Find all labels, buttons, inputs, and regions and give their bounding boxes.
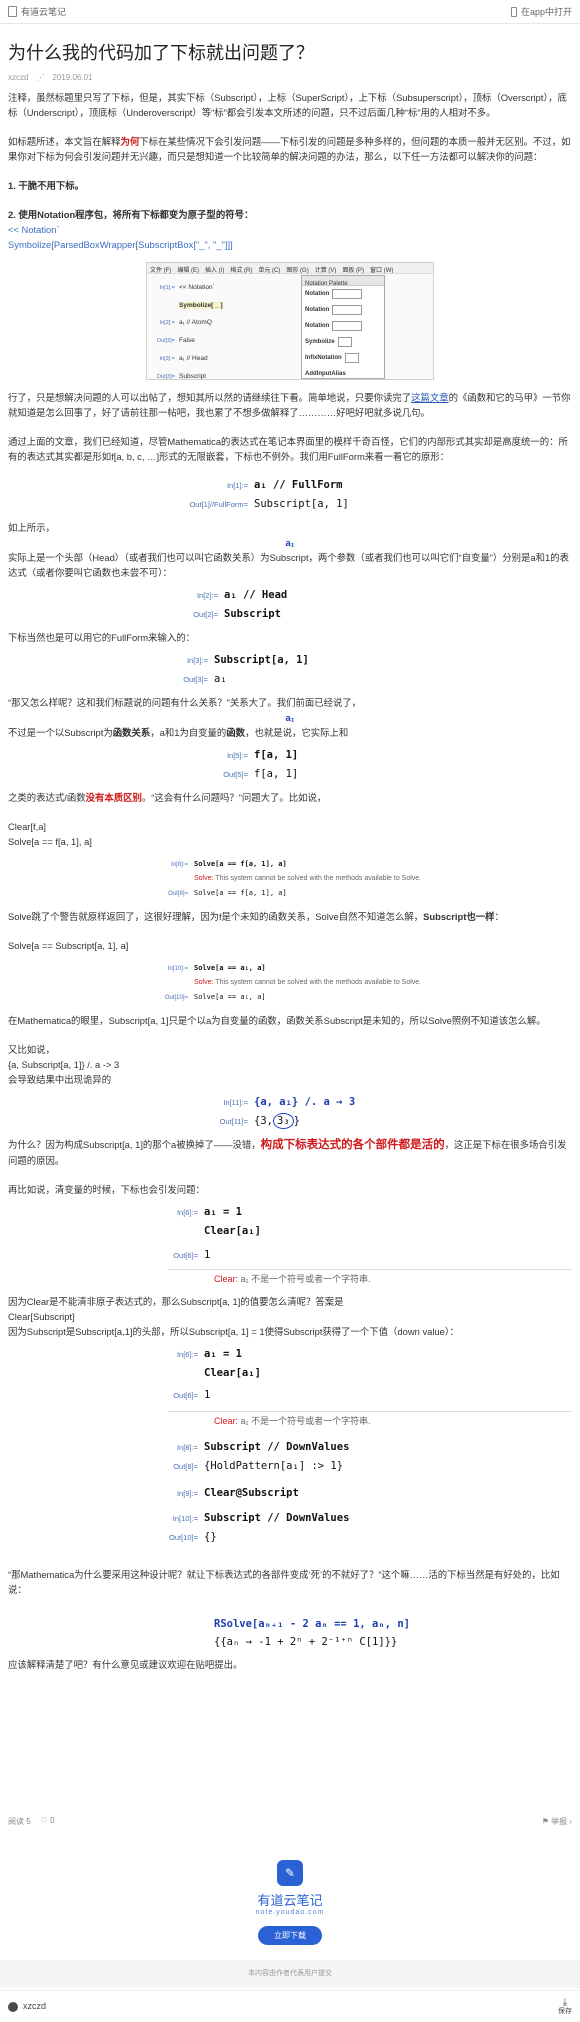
share-icon: ⋰	[36, 73, 45, 82]
paragraph: 不过是一个以Subscript为函数关系，a和1为自变量的函数，也就是说，它实际…	[8, 727, 349, 738]
code-line: Solve[a == Subscript[a, 1], a]	[8, 940, 129, 951]
paragraph: 如上所示，	[8, 522, 55, 533]
paragraph: 再比如说，清变量的时候，下标也会引发问题：	[8, 1184, 205, 1195]
read-count: 阅读 5	[8, 1817, 31, 1826]
menu-bar: 文件 (F) 编辑 (E) 插入 (I) 格式 (R) 单元 (C) 图形 (G) 计算 (…	[147, 263, 433, 274]
paragraph: 注释，虽然标题里只写了下标，但是，其实下标（Subscript），上标（Supe…	[8, 92, 567, 118]
paragraph: 因为Subscript是Subscript[a,1]的头部，所以Subscrip…	[8, 1326, 459, 1337]
paragraph: 下标当然也是可以用它的FullForm来输入的：	[8, 632, 195, 643]
brand-name: 有道云笔记	[257, 1893, 323, 1908]
paragraph: 应该解释清楚了吧？有什么意见或建议欢迎在贴吧提出。	[8, 1659, 243, 1670]
code-line: Clear[f,a]	[8, 821, 47, 832]
paragraph: Solve跳了个警告就原样返回了，这很好理解，因为f是个未知的函数关系，Solv…	[8, 911, 504, 922]
user-info[interactable]: xzczd	[8, 2001, 46, 2012]
save-button[interactable]: ⤓ 保存	[558, 1996, 572, 2016]
code-line: Symbolize[ParsedBoxWrapper[SubscriptBox[…	[8, 239, 233, 250]
brand-promo: ✎ 有道云笔记 note.youdao.com 立即下载	[0, 1860, 580, 1945]
mathematica-cell: In[6]:= a₁ = 1 Clear[a₁] Out[6]= 1 Clear: …	[168, 1203, 572, 1288]
open-in-app-link[interactable]: 在app中打开	[510, 5, 572, 18]
mathematica-cell: In[6]:= a₁ = 1 Clear[a₁] Out[6]= 1 Clear: …	[168, 1345, 572, 1547]
math-inline: a₁	[285, 537, 295, 548]
mathematica-cell: In[10]:= Solve[a == a₁, a] Solve: This sy…	[164, 964, 422, 1001]
download-button[interactable]: 立即下载	[258, 1926, 322, 1945]
article-link[interactable]: 这篇文章	[411, 392, 449, 403]
math-inline: a₁	[285, 712, 295, 723]
app-name: 有道云笔记	[21, 7, 67, 17]
bottom-bar: xzczd ⤓ 保存	[0, 1990, 580, 2022]
mathematica-cell: In[1]:= a₁ // FullForm Out[1]//FullForm= S…	[189, 479, 349, 510]
content-notice: 本内容由作者代表用户提交	[0, 1960, 580, 1988]
article-stats: 阅读 5 ♡ 0 ⚑ 举报 ›	[8, 1816, 572, 1827]
mathematica-screenshot: 文件 (F) 编辑 (E) 插入 (I) 格式 (R) 单元 (C) 图形 (G) 计算 (…	[146, 262, 434, 380]
notation-palette: Notation Palette Notation Notation Notat…	[301, 275, 385, 379]
like-button[interactable]: ♡ 0	[41, 1816, 55, 1827]
flag-icon: ⚑	[541, 1817, 549, 1826]
paragraph: 如标题所述，本文旨在解释为何下标在某些情况下会引发问题——下标引发的问题是多种多…	[8, 136, 571, 162]
paragraph: Clear[Subscript]	[8, 1311, 75, 1322]
report-button[interactable]: ⚑ 举报 ›	[542, 1816, 572, 1827]
paragraph: 通过上面的文章，我们已经知道，尽管Mathematica的表达式在笔记本界面里的…	[8, 436, 568, 462]
paragraph: 因为Clear是不能清非原子表达式的，那么Subscript[a, 1]的值要怎…	[8, 1296, 344, 1307]
app-brand[interactable]: 有道云笔记	[8, 5, 66, 18]
open-in-app-label: 在app中打开	[520, 7, 572, 17]
note-icon	[8, 6, 17, 17]
mathematica-cell: In[2]:= a₁ // Head Out[2]= Subscript	[193, 589, 288, 620]
code-line: << Notation`	[8, 224, 60, 235]
notebook-cells: In[1]:= << Notation` Symbolize[ _ ] In[2]…	[156, 284, 223, 380]
mathematica-cell: RSolve[aₙ₊₁ - 2 aₙ == 1, aₙ, n] {{aₙ → -…	[214, 1618, 410, 1648]
highlight-circle: 3₃	[272, 1113, 294, 1129]
paragraph: 为什么？因为构成Subscript[a, 1]的那个a被换掉了——没错，构成下标…	[8, 1139, 567, 1166]
code-line: Solve[a == f[a, 1], a]	[8, 836, 92, 847]
paragraph: 实际上是一个头部（Head）（或者我们也可以叫它函数关系）为Subscript，…	[8, 552, 569, 578]
article: 为什么我的代码加了下标就出问题了？ xzczd ⋰ 2019.06.01 注释，…	[0, 24, 580, 1672]
mathematica-cell: In[8]:= Solve[a == f[a, 1], a] Solve: Thi…	[168, 860, 422, 897]
publish-date: 2019.06.01	[52, 73, 93, 82]
mathematica-cell: In[5]:= f[a, 1] Out[5]= f[a, 1]	[223, 749, 299, 780]
youdao-logo-icon: ✎	[277, 1860, 303, 1886]
phone-icon	[510, 6, 517, 17]
method-1: 1. 干脆不用下标。	[8, 180, 85, 191]
avatar	[8, 2001, 18, 2012]
download-icon: ⤓	[562, 1996, 568, 2008]
heart-icon: ♡	[40, 1816, 48, 1825]
paragraph: 在Mathematica的眼里，Subscript[a, 1]只是个以a为自变量…	[8, 1015, 546, 1026]
paragraph: “那又怎么样呢？这和我们标题说的问题有什么关系？”关系大了。我们前面已经说了，	[8, 697, 362, 708]
article-title: 为什么我的代码加了下标就出问题了？	[8, 43, 314, 63]
paragraph: 之类的表达式/函数没有本质区别。“这会有什么问题吗？”问题大了。比如说，	[8, 792, 327, 803]
mathematica-cell: In[11]:= {a, a₁} /. a → 3 Out[11]= {3, 3₃}	[219, 1096, 356, 1129]
article-body: 注释，虽然标题里只写了下标，但是，其实下标（Subscript），上标（Supe…	[8, 90, 572, 1672]
author-name: xzczd	[8, 73, 29, 82]
paragraph: 会导致结果中出现诡异的	[8, 1074, 112, 1085]
paragraph: “那Mathematica为什么要采用这种设计呢？就让下标表达式的各部件变成‘死…	[8, 1569, 560, 1595]
paragraph: 又比如说，	[8, 1044, 55, 1055]
article-meta: xzczd ⋰ 2019.06.01	[8, 73, 572, 82]
code-line: {a, Subscript[a, 1]} /. a -> 3	[8, 1059, 120, 1070]
mathematica-cell: In[3]:= Subscript[a, 1] Out[3]= a₁	[183, 654, 309, 685]
top-bar: 有道云笔记 在app中打开	[0, 0, 580, 24]
method-2: 2. 使用Notation程序包，将所有下标都变为原子型的符号：	[8, 209, 254, 220]
brand-url: note.youdao.com	[255, 1909, 325, 1916]
paragraph: 行了，只是想解决问题的人可以出帖了，想知其所以然的请继续往下看。简单地说，只要你…	[8, 392, 571, 418]
